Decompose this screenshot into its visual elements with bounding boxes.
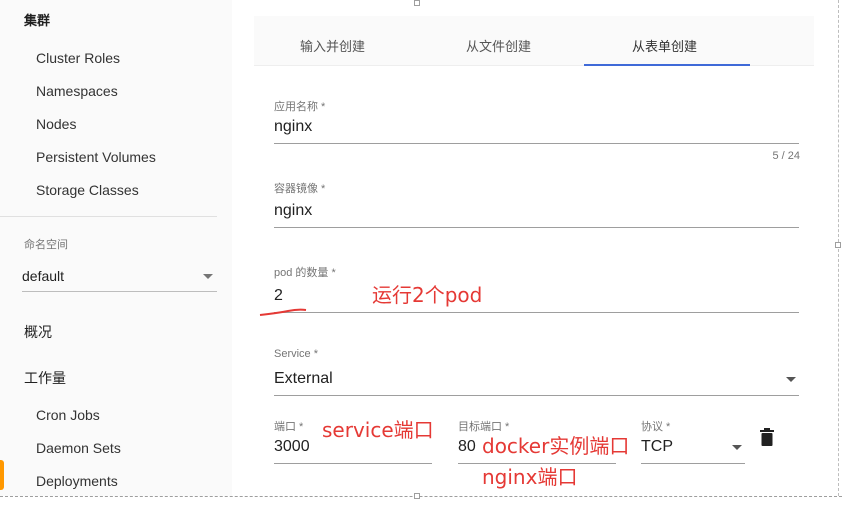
annotation-pods: 运行2个pod bbox=[372, 283, 483, 307]
selection-border-right bbox=[838, 0, 839, 496]
pod-count-underline bbox=[274, 312, 799, 313]
target-port-input[interactable]: 80 bbox=[458, 438, 476, 456]
chevron-down-icon[interactable] bbox=[786, 377, 796, 382]
sidebar-item-deployments[interactable]: Deployments bbox=[36, 473, 118, 489]
sidebar-item-cron-jobs[interactable]: Cron Jobs bbox=[36, 407, 100, 423]
tab-input-and-create[interactable]: 输入并创建 bbox=[300, 36, 365, 55]
create-tabs: 输入并创建 从文件创建 从表单创建 bbox=[254, 16, 814, 66]
sidebar-item-persistent-volumes[interactable]: Persistent Volumes bbox=[36, 149, 156, 165]
pod-count-label: pod 的数量 * bbox=[274, 267, 336, 279]
protocol-underline bbox=[641, 463, 745, 464]
cluster-section-header: 集群 bbox=[24, 13, 51, 28]
active-marker bbox=[0, 460, 4, 490]
active-tab-indicator bbox=[584, 64, 750, 66]
container-image-underline bbox=[274, 227, 799, 228]
sidebar-divider bbox=[0, 216, 217, 217]
sidebar: 集群 Cluster Roles Namespaces Nodes Persis… bbox=[0, 0, 232, 496]
port-input[interactable]: 3000 bbox=[274, 438, 310, 456]
container-image-label: 容器镜像 * bbox=[274, 183, 326, 195]
protocol-label: 协议 * bbox=[641, 421, 671, 433]
sidebar-item-storage-classes[interactable]: Storage Classes bbox=[36, 182, 139, 198]
annotation-service-port: service端口 bbox=[322, 418, 434, 442]
app-name-input[interactable]: nginx bbox=[274, 118, 312, 136]
annotation-underline bbox=[259, 308, 307, 316]
protocol-select[interactable]: TCP bbox=[641, 438, 673, 456]
trash-icon[interactable] bbox=[760, 428, 774, 446]
port-underline bbox=[274, 463, 432, 464]
sidebar-item-overview[interactable]: 概况 bbox=[24, 322, 52, 342]
port-label: 端口 * bbox=[274, 421, 304, 433]
app-name-label: 应用名称 * bbox=[274, 101, 326, 113]
chevron-down-icon[interactable] bbox=[732, 445, 742, 450]
sidebar-item-cluster-roles[interactable]: Cluster Roles bbox=[36, 50, 120, 66]
tab-create-from-form[interactable]: 从表单创建 bbox=[632, 36, 697, 55]
namespace-label: 命名空间 bbox=[24, 239, 68, 251]
selection-handle[interactable] bbox=[835, 242, 841, 248]
tab-create-from-file[interactable]: 从文件创建 bbox=[466, 36, 531, 55]
workloads-section-header[interactable]: 工作量 bbox=[24, 368, 66, 388]
selection-handle[interactable] bbox=[414, 493, 420, 499]
pod-count-input[interactable]: 2 bbox=[274, 287, 283, 305]
service-select[interactable]: External bbox=[274, 370, 333, 388]
namespace-select[interactable]: default bbox=[22, 264, 217, 292]
sidebar-item-daemon-sets[interactable]: Daemon Sets bbox=[36, 440, 121, 456]
annotation-docker-port: docker实例端口 bbox=[482, 434, 630, 458]
sidebar-item-namespaces[interactable]: Namespaces bbox=[36, 83, 118, 99]
selection-border-bottom bbox=[0, 496, 842, 497]
container-image-input[interactable]: nginx bbox=[274, 202, 312, 220]
sidebar-item-nodes[interactable]: Nodes bbox=[36, 116, 76, 132]
namespace-value: default bbox=[22, 268, 65, 284]
app-name-counter: 5 / 24 bbox=[772, 150, 800, 162]
annotation-nginx-port: nginx端口 bbox=[482, 465, 578, 489]
service-underline bbox=[274, 395, 799, 396]
selection-handle[interactable] bbox=[414, 0, 420, 6]
app-name-underline bbox=[274, 143, 799, 144]
chevron-down-icon bbox=[203, 274, 213, 279]
service-label: Service * bbox=[274, 348, 319, 360]
